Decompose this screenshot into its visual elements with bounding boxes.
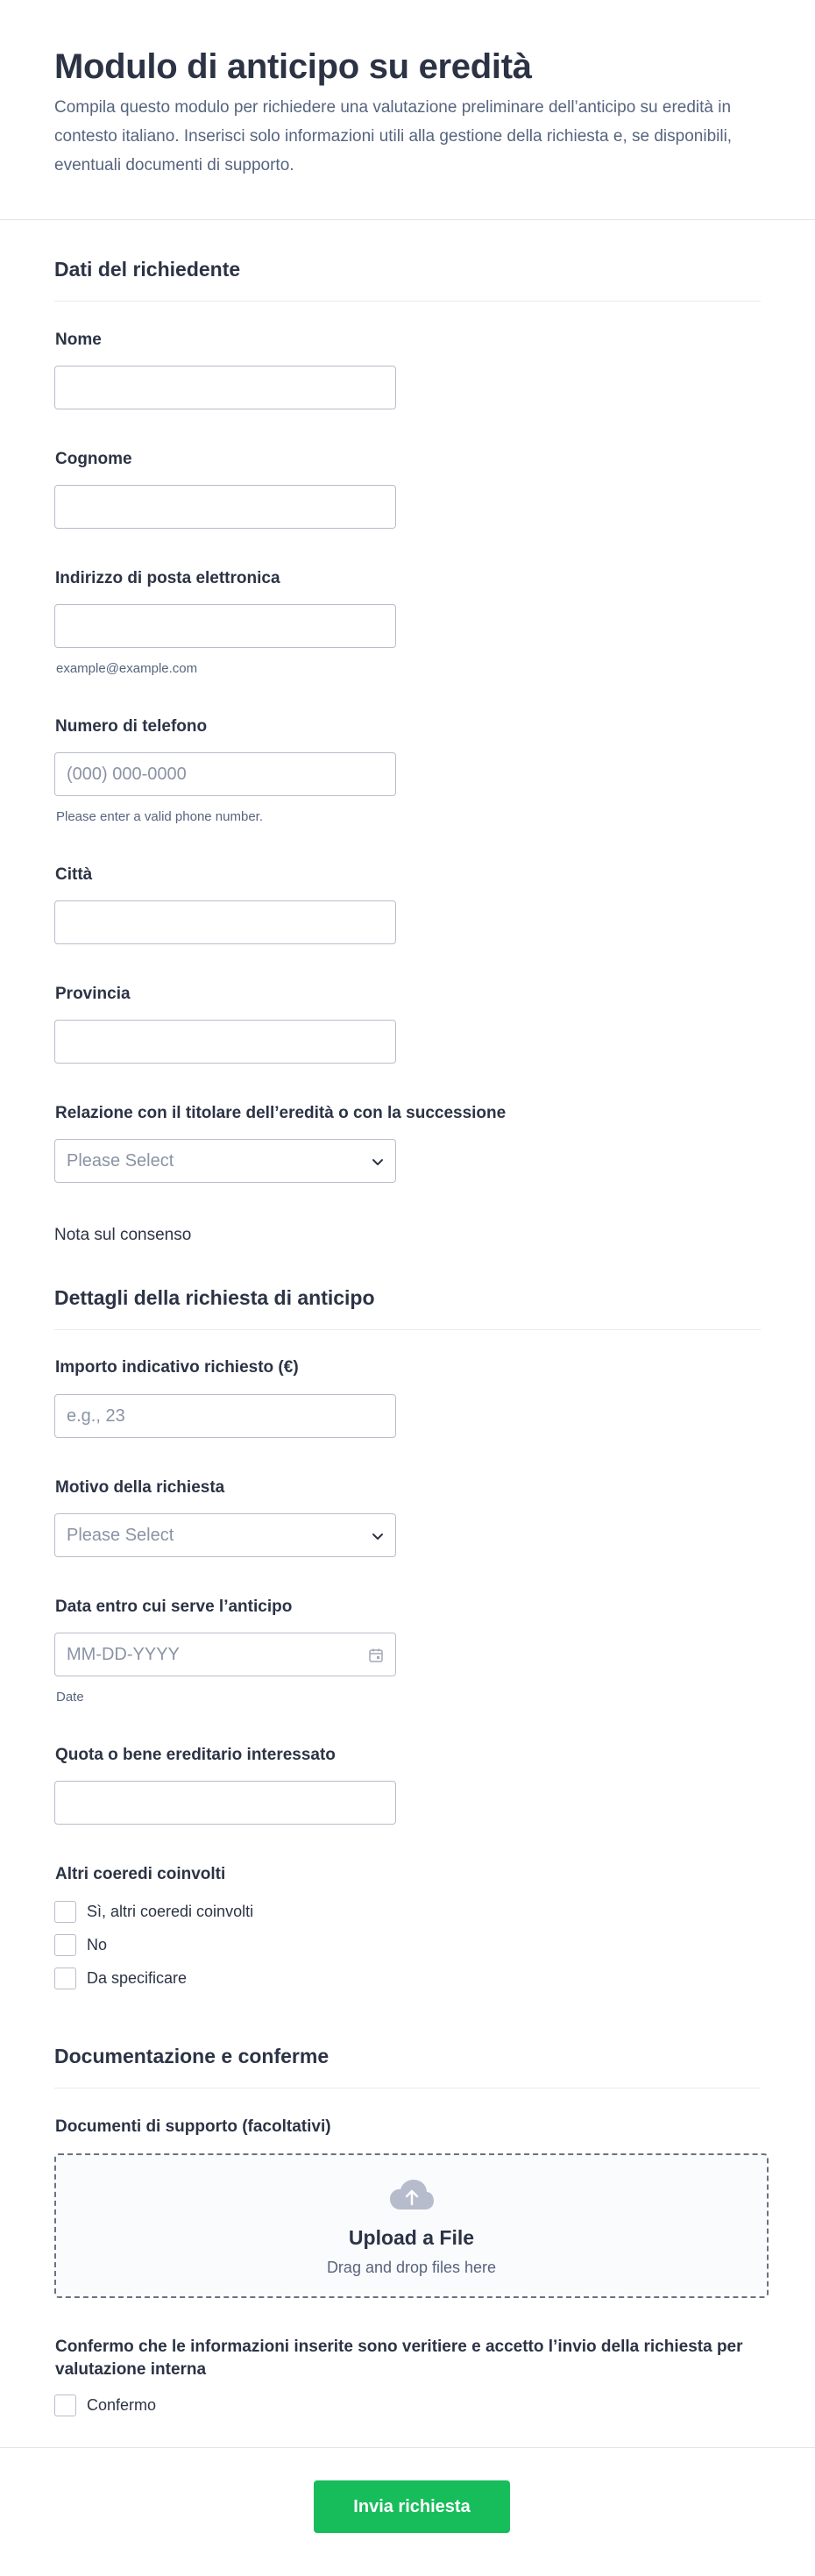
- motivo-label: Motivo della richiesta: [55, 1478, 225, 1497]
- relazione-selected: Please Select: [67, 1150, 174, 1171]
- section-request: Dettagli della richiesta di anticipo: [0, 1249, 815, 1330]
- checkbox[interactable]: [54, 1901, 76, 1923]
- coeredi-option-da-specificare[interactable]: Da specificare: [54, 1968, 187, 1989]
- importo-label: Importo indicativo richiesto (€): [55, 1358, 299, 1377]
- email-sublabel: example@example.com: [56, 661, 198, 676]
- relazione-select[interactable]: Please Select: [54, 1139, 396, 1183]
- checkbox-label: Da specificare: [87, 1969, 188, 1987]
- provincia-label: Provincia: [55, 985, 131, 1003]
- phone-sublabel: Please enter a valid phone number.: [56, 809, 263, 824]
- file-upload-dropzone[interactable]: Upload a File Drag and drop files here: [54, 2153, 769, 2298]
- phone-placeholder: (000) 000-0000: [67, 764, 187, 784]
- section-title-docs: Documentazione e conferme: [54, 2045, 330, 2067]
- submit-button[interactable]: Invia richiesta: [314, 2480, 510, 2533]
- form-header: Modulo di anticipo su eredità Compila qu…: [0, 0, 815, 220]
- section-title-applicant: Dati del richiedente: [54, 258, 241, 281]
- email-input[interactable]: [54, 604, 396, 648]
- checkbox[interactable]: [54, 1968, 76, 1989]
- form: Modulo di anticipo su eredità Compila qu…: [0, 0, 815, 2576]
- page-subtitle: Compila questo modulo per richiedere una…: [54, 98, 733, 174]
- nome-label: Nome: [55, 331, 102, 349]
- cognome-input[interactable]: [54, 485, 396, 529]
- chevron-down-icon: [372, 1534, 383, 1540]
- footer-divider: [0, 2447, 815, 2448]
- date-sublabel: Date: [56, 1690, 84, 1704]
- importo-input[interactable]: e.g., 23: [54, 1394, 396, 1438]
- upload-subtitle: Drag and drop files here: [326, 2259, 497, 2276]
- citta-label: Città: [55, 865, 93, 884]
- checkbox-label: Confermo: [87, 2396, 157, 2414]
- conferma-label: Confermo che le informazioni inserite so…: [55, 2338, 743, 2379]
- page-title: Modulo di anticipo su eredità: [54, 47, 532, 86]
- cognome-label: Cognome: [55, 450, 132, 468]
- section-docs: Documentazione e conferme: [0, 2008, 815, 2089]
- nome-input[interactable]: [54, 366, 396, 409]
- section-title-request: Dettagli della richiesta di anticipo: [54, 1286, 375, 1309]
- importo-placeholder: e.g., 23: [67, 1405, 125, 1426]
- coeredi-option-si[interactable]: Sì, altri coeredi coinvolti: [54, 1901, 253, 1923]
- date-placeholder: MM-DD-YYYY: [67, 1644, 180, 1664]
- upload-title: Upload a File: [348, 2226, 475, 2249]
- cloud-upload-icon: [390, 2180, 434, 2210]
- motivo-selected: Please Select: [67, 1525, 174, 1545]
- phone-input[interactable]: (000) 000-0000: [54, 752, 396, 796]
- relazione-label: Relazione con il titolare dell’eredità o…: [55, 1104, 507, 1122]
- checkbox[interactable]: [54, 2395, 76, 2416]
- provincia-input[interactable]: [54, 1020, 396, 1064]
- checkbox-label: Sì, altri coeredi coinvolti: [87, 1903, 254, 1920]
- checkbox-label: No: [87, 1936, 108, 1953]
- data-label: Data entro cui serve l’anticipo: [55, 1598, 293, 1616]
- phone-label: Numero di telefono: [55, 717, 208, 736]
- section-applicant: Dati del richiedente: [0, 220, 815, 302]
- coeredi-option-no[interactable]: No: [54, 1934, 107, 1956]
- conferma-option[interactable]: Confermo: [54, 2395, 156, 2416]
- checkbox[interactable]: [54, 1934, 76, 1956]
- motivo-select[interactable]: Please Select: [54, 1513, 396, 1557]
- calendar-icon[interactable]: [368, 1647, 384, 1663]
- quota-input[interactable]: [54, 1781, 396, 1825]
- documenti-label: Documenti di supporto (facoltativi): [55, 2117, 331, 2136]
- citta-input[interactable]: [54, 900, 396, 944]
- quota-label: Quota o bene ereditario interessato: [55, 1746, 336, 1764]
- consent-note: Nota sul consenso: [54, 1226, 192, 1244]
- email-label: Indirizzo di posta elettronica: [55, 569, 280, 587]
- date-input[interactable]: MM-DD-YYYY: [54, 1633, 396, 1676]
- chevron-down-icon: [372, 1159, 383, 1165]
- coeredi-label: Altri coeredi coinvolti: [55, 1865, 226, 1883]
